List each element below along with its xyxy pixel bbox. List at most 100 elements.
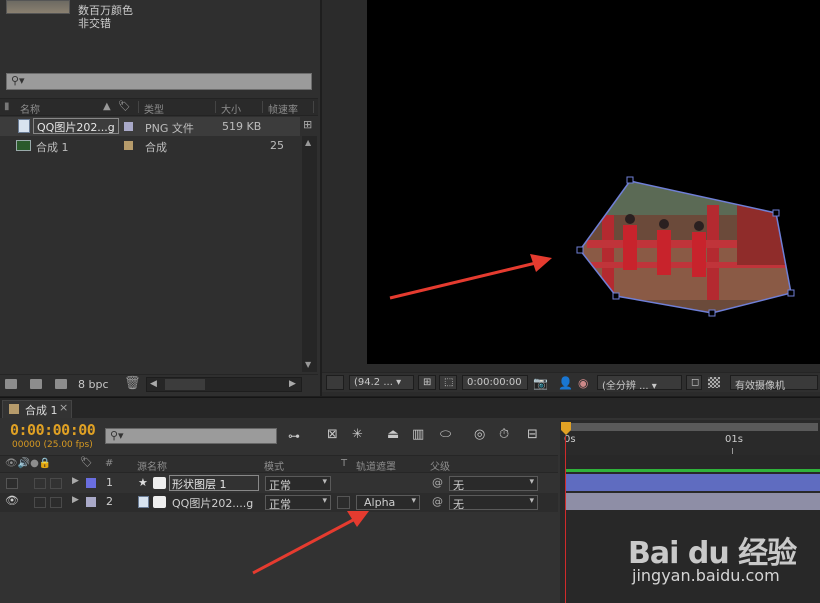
lock-toggle[interactable] (50, 497, 62, 508)
scroll-right-icon[interactable]: ▶ (289, 379, 296, 389)
label-color-swatch[interactable] (124, 141, 133, 150)
motion-blur-icon[interactable]: ▥ (412, 427, 424, 442)
channel-icon[interactable]: ◉ (578, 376, 588, 390)
flowchart-icon[interactable]: ⊞ (303, 118, 312, 131)
grid-icon[interactable]: ⊞ (418, 375, 436, 390)
column-frame-rate[interactable]: 帧速率 (268, 101, 298, 116)
frame-blending-icon[interactable]: ⏏ (387, 427, 399, 442)
region-of-interest-icon[interactable]: ◻ (686, 375, 702, 390)
camera-dropdown[interactable]: 有效摄像机 (730, 375, 818, 392)
column-source-name[interactable]: 源名称 (137, 458, 167, 473)
project-footer: 8 bpc 🗑 ◀ ▶ (0, 374, 318, 394)
transparency-grid-icon[interactable] (708, 377, 720, 388)
column-name[interactable]: 名称 (20, 101, 40, 116)
pickwhip-icon[interactable]: @ (432, 495, 443, 508)
layer-label-color[interactable] (86, 497, 96, 507)
mask-visibility-icon[interactable]: ⬚ (439, 375, 457, 390)
new-folder-icon[interactable] (30, 379, 42, 389)
solo-toggle[interactable] (34, 497, 46, 508)
playhead-line (565, 436, 566, 603)
project-item-name[interactable]: QQ图片202...g (33, 118, 119, 134)
annotation-arrow (389, 254, 552, 300)
brainstorm-icon[interactable]: ⬭ (440, 427, 451, 442)
expand-arrow-icon[interactable]: ▶ (72, 495, 79, 505)
interpret-footage-icon[interactable] (5, 379, 17, 389)
layer-duration-bar[interactable] (566, 493, 820, 510)
blend-mode-dropdown[interactable]: 正常 ▾ (265, 476, 331, 492)
color-depth[interactable]: 8 bpc (78, 378, 109, 391)
tag-icon[interactable]: 🏷 (118, 101, 131, 112)
star-icon: ★ (138, 476, 148, 489)
parent-dropdown[interactable]: 无 ▾ (449, 495, 538, 511)
layer-name[interactable]: QQ图片202....g (172, 495, 253, 511)
layer-preview (576, 176, 795, 317)
viewer-canvas[interactable] (367, 0, 820, 364)
timeline-search-input[interactable]: ⚲▾ (105, 428, 277, 444)
project-item-footage[interactable]: QQ图片202...g PNG 文件 519 KB (0, 117, 300, 136)
project-scrollbar[interactable]: ▲ ▼ (302, 136, 317, 372)
label-icon[interactable]: 🏷 (80, 457, 93, 468)
label-column-icon: ▮ (4, 101, 10, 112)
tab-composition-1[interactable]: 合成 1 × (2, 400, 72, 418)
column-number: # (105, 458, 114, 469)
zoom-dropdown[interactable]: (94.2 ... ▾ (349, 375, 414, 390)
project-column-header: ▮ 名称 ▲ 🏷 类型 大小 帧速率 (0, 98, 318, 116)
render-range-bar (566, 469, 820, 472)
new-composition-icon[interactable] (55, 379, 67, 389)
project-search-input[interactable]: ⚲▾ (6, 73, 312, 90)
project-item-size: 519 KB (222, 120, 262, 133)
layer-name[interactable]: 形状图层 1 (169, 475, 259, 491)
footage-info-interlace: 非交错 (78, 17, 111, 30)
pickwhip-icon[interactable]: @ (432, 476, 443, 489)
frame-rate-display: 00000 (25.00 fps) (12, 440, 93, 450)
mask-icon (153, 496, 166, 508)
project-item-composition[interactable]: 合成 1 合成 25 (0, 136, 300, 155)
show-snapshot-icon[interactable]: 👤 (558, 376, 573, 390)
resolution-dropdown[interactable]: (全分辨 ... ▾ (597, 375, 682, 392)
label-color-swatch[interactable] (124, 122, 133, 131)
scroll-left-icon[interactable]: ◀ (150, 379, 157, 389)
work-area-bar[interactable] (562, 423, 818, 431)
column-type[interactable]: 类型 (144, 101, 164, 116)
sort-ascending-icon[interactable]: ▲ (103, 101, 111, 112)
project-hscroll[interactable]: ◀ ▶ (146, 377, 302, 392)
visibility-toggle[interactable] (6, 478, 18, 489)
graph-editor-icon[interactable]: ⏱ (499, 427, 509, 442)
av-features-icons: 👁🔊●🔒 (5, 458, 52, 469)
snapshot-icon[interactable]: 📷 (533, 376, 548, 390)
timeline-tab-bar: 合成 1 × (0, 397, 820, 418)
layer-column-header: 👁🔊●🔒 🏷 # 源名称 模式 T 轨道遮罩 父级 (0, 455, 558, 473)
project-item-type: PNG 文件 (145, 122, 194, 135)
trash-icon[interactable]: 🗑 (124, 376, 141, 391)
draft-3d-icon[interactable]: ⊠ (327, 427, 338, 442)
layer-label-color[interactable] (86, 478, 96, 488)
current-time-indicator[interactable] (560, 422, 572, 436)
timeline-options-icon[interactable]: ⊟ (527, 427, 538, 442)
project-item-type: 合成 (145, 141, 167, 154)
viewer-timecode[interactable]: 0:00:00:00 (462, 375, 528, 390)
comp-mini-flowchart-icon[interactable]: ⊶ (288, 429, 300, 443)
solo-toggle[interactable] (34, 478, 46, 489)
scroll-up-icon[interactable]: ▲ (305, 138, 311, 147)
footage-thumbnail (6, 0, 70, 14)
parent-dropdown[interactable]: 无 ▾ (449, 476, 538, 492)
always-preview-icon[interactable] (326, 375, 344, 390)
column-size[interactable]: 大小 (221, 101, 241, 116)
layer-row[interactable]: ▶ 1 ★ 形状图层 1 正常 ▾ @ 无 ▾ (0, 474, 558, 493)
layer-number: 2 (106, 495, 113, 508)
auto-keyframe-icon[interactable]: ◎ (474, 427, 485, 442)
column-parent: 父级 (430, 462, 450, 473)
scroll-down-icon[interactable]: ▼ (305, 360, 311, 369)
hide-shy-layers-icon[interactable]: ✳ (352, 427, 363, 442)
project-panel: 数百万颜色 非交错 ⚲▾ ▮ 名称 ▲ 🏷 类型 大小 帧速率 QQ图片202.… (0, 0, 320, 396)
composition-label-icon (9, 404, 19, 414)
expand-arrow-icon[interactable]: ▶ (72, 476, 79, 486)
close-tab-icon[interactable]: × (59, 401, 68, 414)
eye-icon[interactable]: 👁 (5, 494, 19, 507)
current-time-display[interactable]: 0:00:00:00 (10, 421, 96, 439)
composition-icon (16, 140, 31, 151)
project-item-name[interactable]: 合成 1 (36, 139, 69, 155)
time-ruler[interactable]: 0s 01s (560, 420, 820, 455)
lock-toggle[interactable] (50, 478, 62, 489)
layer-duration-bar[interactable] (566, 474, 820, 491)
